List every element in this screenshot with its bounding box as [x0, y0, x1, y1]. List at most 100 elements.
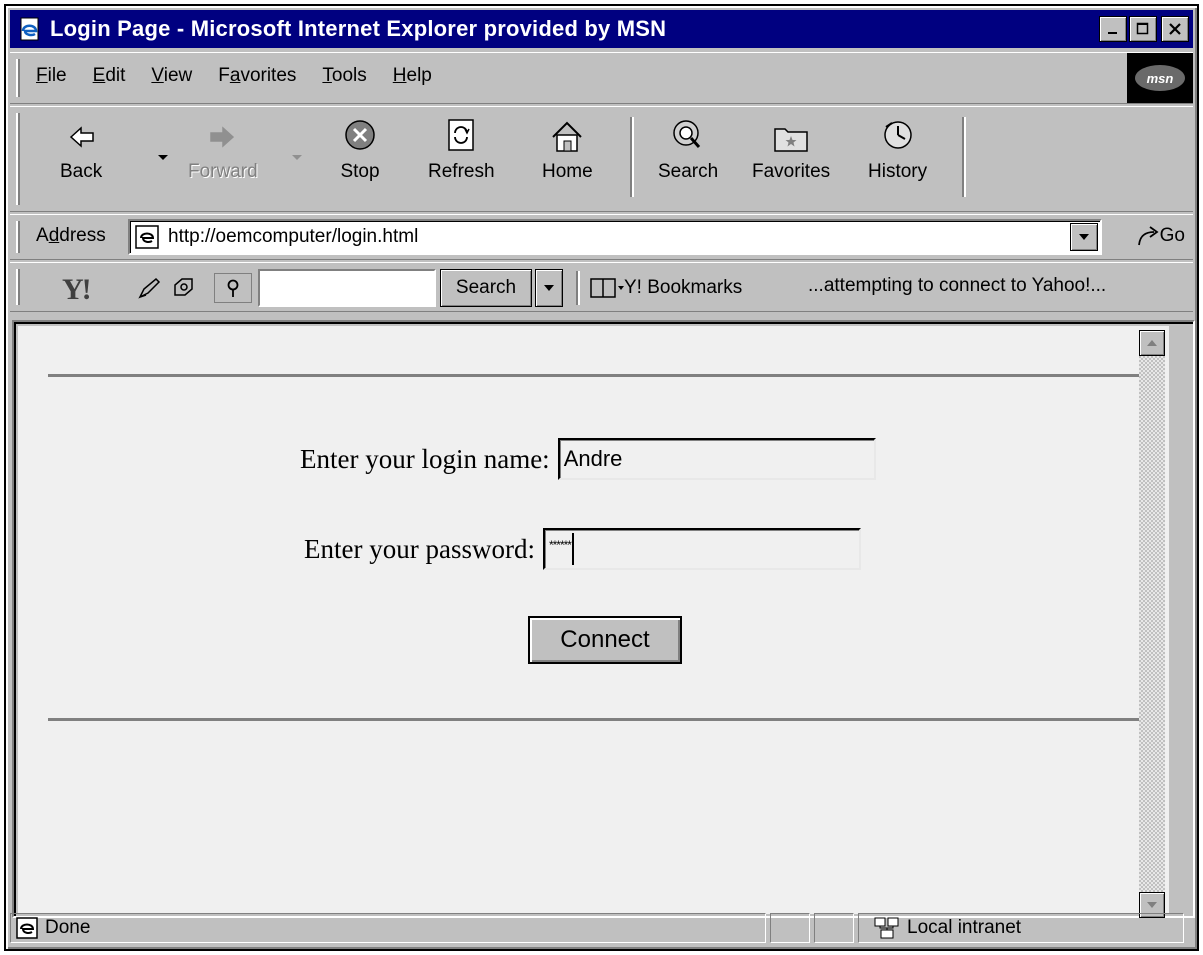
toolbar-separator — [630, 117, 634, 197]
menu-favorites[interactable]: Favorites — [218, 65, 296, 87]
menu-favorites-accel: a — [229, 65, 241, 86]
yahoo-logo[interactable]: Y! — [62, 273, 92, 307]
address-label-rest: dress — [59, 225, 106, 246]
msn-throbber-logo: msn — [1127, 53, 1193, 103]
stop-icon — [345, 120, 375, 150]
address-input[interactable]: http://oemcomputer/login.html — [128, 219, 1102, 255]
menu-view-accel: V — [151, 65, 164, 86]
password-input[interactable]: ****** — [542, 528, 861, 570]
search-globe-icon — [673, 120, 701, 148]
menu-edit[interactable]: Edit — [93, 65, 126, 87]
search-button[interactable]: Search — [658, 117, 718, 205]
yahoo-search-icon[interactable] — [214, 273, 252, 303]
messenger-icon[interactable] — [170, 275, 198, 307]
home-button[interactable]: Home — [542, 117, 593, 205]
yahoo-toolbar: Y! Search Y! Bookmarks ...attempting to … — [10, 262, 1193, 312]
yahoo-search-input[interactable] — [258, 269, 436, 307]
bookmarks-label: Y! Bookmarks — [624, 277, 743, 298]
back-button[interactable]: Back — [60, 117, 102, 205]
address-url: http://oemcomputer/login.html — [168, 226, 419, 247]
text-caret — [571, 533, 574, 565]
yahoo-bookmarks-button[interactable]: Y! Bookmarks — [588, 275, 742, 301]
go-arrow-icon — [1137, 226, 1159, 246]
login-row: Enter your login name: Andre — [300, 438, 876, 480]
back-dropdown-arrow[interactable] — [158, 155, 168, 160]
menu-help-label: elp — [406, 65, 432, 86]
maximize-button[interactable] — [1129, 16, 1157, 42]
password-value: ****** — [548, 538, 572, 552]
intranet-zone-icon — [874, 917, 899, 939]
forward-dropdown-arrow[interactable] — [292, 155, 302, 160]
back-arrow-icon — [70, 126, 94, 148]
login-name-input[interactable]: Andre — [557, 438, 876, 480]
status-zone-panel: Local intranet — [858, 913, 1184, 943]
forward-label: Forward — [188, 161, 258, 182]
menu-favorites-pre: F — [218, 65, 230, 86]
address-label: Address — [36, 225, 106, 247]
history-button[interactable]: History — [868, 117, 927, 205]
toolbar-separator-end — [962, 117, 966, 197]
menu-help-accel: H — [392, 65, 407, 86]
chevron-down-icon — [544, 285, 554, 291]
title-bar[interactable]: Login Page - Microsoft Internet Explorer… — [10, 10, 1193, 48]
forward-button[interactable]: Forward — [188, 117, 258, 205]
favorites-button[interactable]: Favorites — [752, 117, 830, 205]
yahoo-search-dropdown[interactable] — [535, 269, 563, 307]
status-text: Done — [45, 917, 91, 938]
menu-view[interactable]: View — [151, 65, 192, 87]
menu-tools-label: ools — [331, 65, 367, 86]
favorites-label: Favorites — [752, 161, 831, 182]
go-button[interactable]: Go — [1136, 225, 1185, 247]
toolbar-grip[interactable] — [16, 113, 20, 205]
bookmarks-book-icon — [590, 278, 624, 298]
menu-file[interactable]: File — [36, 65, 67, 87]
status-text-panel: Done — [10, 913, 766, 943]
refresh-label: Refresh — [428, 161, 495, 182]
menu-file-accel: F — [36, 65, 48, 86]
bottom-divider — [48, 718, 1156, 721]
menu-edit-accel: E — [92, 65, 106, 86]
status-panel-secure — [814, 913, 854, 943]
address-grip[interactable] — [16, 221, 20, 253]
menu-tools-accel: T — [322, 65, 332, 86]
minimize-icon — [1108, 32, 1117, 34]
zone-label: Local intranet — [907, 917, 1022, 938]
browser-window: Login Page - Microsoft Internet Explorer… — [4, 4, 1199, 951]
stop-button[interactable]: Stop — [340, 117, 380, 205]
pencil-icon[interactable] — [136, 275, 162, 307]
msn-logo-text: msn — [1135, 65, 1185, 91]
go-label: Go — [1159, 225, 1185, 246]
address-label-pre: A — [36, 225, 49, 246]
yahoo-separator — [576, 271, 580, 305]
connect-button[interactable]: Connect — [528, 616, 682, 664]
status-panel-progress — [770, 913, 810, 943]
menu-tools[interactable]: Tools — [322, 65, 366, 87]
scroll-down-arrow-icon — [1147, 902, 1157, 908]
yahoo-search-button[interactable]: Search — [440, 269, 532, 307]
menu-help[interactable]: Help — [393, 65, 432, 87]
menu-grip[interactable] — [16, 59, 20, 97]
stop-label: Stop — [340, 161, 380, 182]
minimize-button[interactable] — [1099, 16, 1127, 42]
top-divider — [48, 374, 1156, 377]
login-name-value: Andre — [563, 446, 623, 471]
menu-file-label: ile — [47, 65, 67, 86]
close-button[interactable] — [1161, 16, 1189, 42]
vertical-scrollbar[interactable] — [1139, 330, 1165, 918]
status-bar: Done Local intranet — [10, 911, 1193, 945]
chevron-down-icon — [1079, 234, 1089, 240]
password-label: Enter your password: — [304, 533, 535, 564]
scroll-up-button[interactable] — [1139, 330, 1165, 356]
history-clock-icon — [883, 121, 912, 149]
maximize-icon — [1136, 22, 1149, 35]
menu-favorites-label: vorites — [240, 65, 297, 86]
refresh-button[interactable]: Refresh — [428, 117, 495, 205]
page-viewport: Enter your login name: Andre Enter your … — [12, 320, 1195, 918]
search-label: Search — [658, 161, 719, 182]
history-label: History — [868, 161, 928, 182]
yahoo-grip[interactable] — [16, 269, 20, 305]
menu-view-label: iew — [163, 65, 193, 86]
refresh-icon — [448, 119, 475, 151]
address-bar: Address http://oemcomputer/login.html Go — [10, 214, 1193, 260]
address-dropdown-button[interactable] — [1070, 223, 1098, 251]
